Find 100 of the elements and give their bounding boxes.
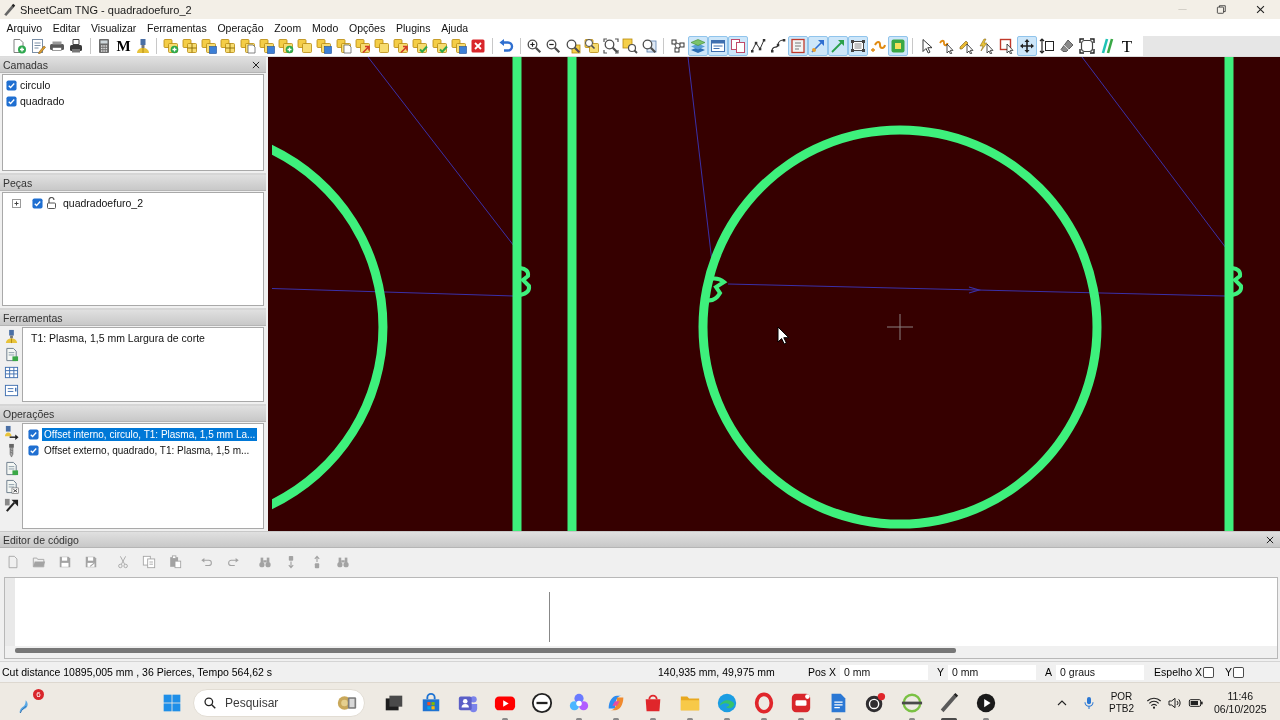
menu-item[interactable]: Ajuda: [435, 21, 474, 34]
text-tool[interactable]: T: [1117, 36, 1137, 56]
document-icon[interactable]: [3, 347, 19, 362]
squares-icon[interactable]: [297, 38, 314, 54]
checkbox[interactable]: [28, 428, 39, 440]
zoom-squares-icon[interactable]: [583, 38, 600, 54]
squares-box-icon[interactable]: [450, 38, 467, 54]
close-icon[interactable]: [1265, 534, 1275, 545]
search-box[interactable]: Pesquisar: [193, 689, 365, 717]
node-path-icon[interactable]: [748, 36, 768, 56]
clock[interactable]: 11:46 06/10/2025: [1214, 690, 1267, 716]
squares-arrow-icon[interactable]: [393, 38, 410, 54]
handles-box-icon[interactable]: [848, 36, 868, 56]
menu-item[interactable]: Opções: [343, 21, 391, 34]
operation-item[interactable]: Offset externo, quadrado, T1: Plasma, 1,5 m...: [42, 443, 252, 457]
zoom-box-icon[interactable]: [564, 38, 581, 54]
pages-icon[interactable]: [728, 36, 748, 56]
menu-item[interactable]: Visualizar: [85, 21, 142, 34]
file-plus-icon[interactable]: [10, 38, 27, 54]
torch-arrow-icon[interactable]: [3, 425, 19, 440]
resize-icon[interactable]: [1037, 36, 1057, 56]
ring-minus-icon[interactable]: [530, 692, 553, 714]
checkbox[interactable]: [32, 197, 43, 209]
squares-check-icon[interactable]: [431, 38, 448, 54]
window-icon[interactable]: [708, 36, 728, 56]
squares-box-icon[interactable]: [258, 38, 275, 54]
part-item[interactable]: quadradoefuro_2: [63, 197, 143, 209]
tool-item[interactable]: T1: Plasma, 1,5 mm Largura de corte: [26, 332, 205, 344]
checkbox[interactable]: [6, 95, 17, 107]
circle-bar-icon[interactable]: [900, 692, 923, 714]
menu-item[interactable]: Plugins: [390, 21, 436, 34]
torch-icon[interactable]: [3, 329, 19, 344]
checkbox[interactable]: [28, 444, 39, 456]
document-cross-icon[interactable]: [3, 479, 19, 494]
curve-path-icon[interactable]: [768, 36, 788, 56]
zoom-square-icon[interactable]: [622, 38, 639, 54]
disc-icon[interactable]: [863, 692, 886, 714]
search-input[interactable]: Pesquisar: [225, 696, 334, 710]
squares-arrow-icon[interactable]: [354, 38, 371, 54]
checkbox[interactable]: [1232, 666, 1244, 678]
table-icon[interactable]: [3, 365, 19, 380]
x-box-icon[interactable]: [469, 38, 486, 54]
menu-item[interactable]: Editar: [47, 21, 86, 34]
torch-icon[interactable]: [134, 38, 151, 54]
menu-item[interactable]: Zoom: [268, 21, 307, 34]
squares-check-icon[interactable]: [412, 38, 429, 54]
speaker-icon[interactable]: [1167, 695, 1183, 711]
ring-icon[interactable]: [752, 692, 775, 714]
language-indicator[interactable]: POR PTB2: [1109, 691, 1134, 715]
document-icon[interactable]: [3, 461, 19, 476]
tile-icon[interactable]: [789, 692, 812, 714]
squares-plus-icon[interactable]: [278, 38, 295, 54]
zoom-out-icon[interactable]: [545, 38, 562, 54]
start-icon[interactable]: [162, 693, 182, 713]
framed-page-icon[interactable]: [788, 36, 808, 56]
layer-item[interactable]: quadrado: [20, 95, 65, 107]
x-position-field[interactable]: 0 mm: [840, 664, 928, 680]
move-icon[interactable]: [1017, 36, 1037, 56]
operation-item[interactable]: Offset interno, circulo, T1: Plasma, 1,5 mm La...: [42, 427, 258, 441]
frame-corners-icon[interactable]: [1077, 36, 1097, 56]
squares-icon[interactable]: [373, 38, 390, 54]
letter-button[interactable]: M: [115, 38, 132, 54]
menu-item[interactable]: Modo: [306, 21, 344, 34]
squares-page-icon[interactable]: [239, 38, 256, 54]
close-icon[interactable]: [251, 59, 261, 70]
menu-item[interactable]: Ferramentas: [141, 21, 213, 34]
swirl-icon[interactable]: [715, 692, 738, 714]
zoom-window-icon[interactable]: [641, 38, 658, 54]
squares-box-icon[interactable]: [201, 38, 218, 54]
list-icon[interactable]: [3, 383, 19, 398]
padlock-icon[interactable]: [46, 197, 57, 209]
play-circle-icon[interactable]: [974, 692, 997, 714]
expand-icon[interactable]: [12, 198, 21, 208]
printer-icon[interactable]: [68, 38, 85, 54]
zoom-fit-icon[interactable]: [603, 38, 620, 54]
layer-item[interactable]: circulo: [20, 79, 51, 91]
squares-box-icon[interactable]: [316, 38, 333, 54]
menu-item[interactable]: Arquivo: [1, 21, 48, 34]
horizontal-scrollbar[interactable]: [5, 646, 1277, 658]
block-arrow-icon[interactable]: [3, 497, 19, 512]
squares-grid-icon[interactable]: [220, 38, 237, 54]
zoom-in-icon[interactable]: [526, 38, 543, 54]
close-icon[interactable]: [1255, 4, 1266, 15]
undo-icon[interactable]: [498, 38, 515, 54]
y-position-field[interactable]: 0 mm: [948, 664, 1037, 680]
document-pencil-icon[interactable]: [29, 38, 46, 54]
squares-grid-icon[interactable]: [182, 38, 199, 54]
scrollbar-thumb[interactable]: [15, 648, 956, 653]
code-editor-field[interactable]: [4, 577, 1278, 659]
restore-icon[interactable]: [1216, 4, 1227, 15]
menu-item[interactable]: Operação: [212, 21, 269, 34]
microphone-icon[interactable]: [1081, 695, 1097, 711]
checkbox[interactable]: [6, 79, 17, 91]
wifi-icon[interactable]: [1146, 695, 1162, 711]
layers-icon[interactable]: [688, 36, 708, 56]
squares-plus-icon[interactable]: [162, 38, 179, 54]
checkbox[interactable]: [1202, 666, 1214, 678]
squares-page-icon[interactable]: [335, 38, 352, 54]
bolt-cursor-icon[interactable]: [977, 36, 997, 56]
node-graph-icon[interactable]: [668, 36, 688, 56]
